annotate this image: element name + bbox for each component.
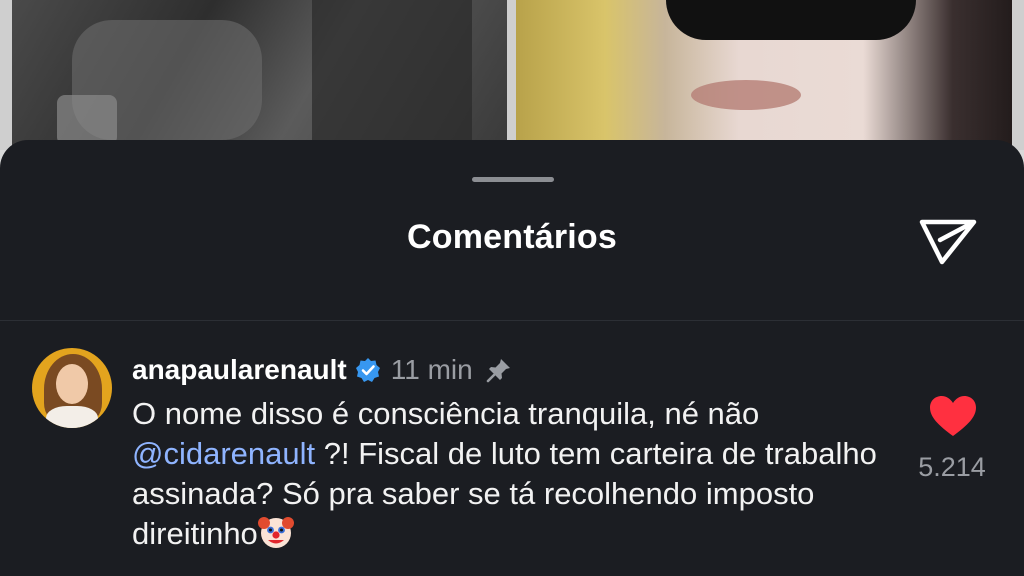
comment-text-part1: O nome disso é consciência tranquila, né… [132, 396, 760, 431]
comment-text: O nome disso é consciência tranquila, né… [132, 394, 902, 554]
comment-meta: anapaularenault 11 min [132, 350, 513, 390]
like-count: 5.214 [918, 452, 986, 482]
background-post-photos [0, 0, 1024, 150]
sheet-title: Comentários [406, 218, 618, 256]
pin-icon [486, 359, 510, 383]
comments-sheet: Comentários anapaularenault 11 min O nom… [0, 140, 1024, 576]
comment-item: anapaularenault 11 min O nome disso é co… [0, 340, 1024, 576]
post-photo-left [12, 0, 507, 150]
comment-time: 11 min [390, 354, 473, 385]
heart-icon[interactable] [928, 394, 978, 438]
verified-badge-icon [355, 358, 380, 382]
clown-face-emoji [257, 517, 294, 548]
paper-plane-icon [919, 219, 977, 265]
comment-username[interactable]: anapaularenault [132, 354, 347, 386]
sheet-drag-handle[interactable] [472, 177, 554, 182]
avatar[interactable] [32, 348, 112, 428]
share-button[interactable] [916, 212, 980, 268]
header-divider [0, 320, 1024, 321]
comment-mention-link[interactable]: @cidarenault [132, 436, 315, 471]
post-photo-right [516, 0, 1012, 150]
